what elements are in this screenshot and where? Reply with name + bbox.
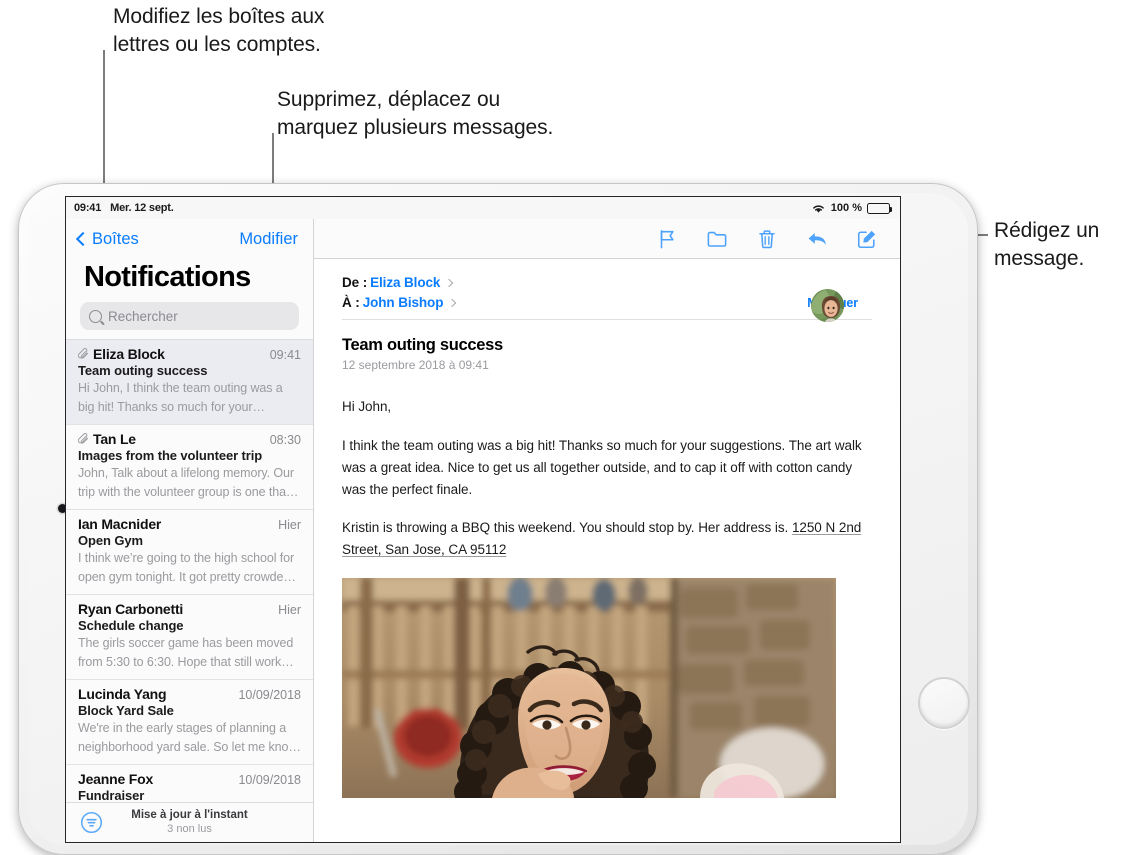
message-subject-preview: Schedule change: [78, 618, 184, 633]
message-body-preview: John, Talk about a lifelong memory. Our …: [78, 466, 299, 499]
message-body: Hi John, I think the team outing was a b…: [342, 372, 872, 799]
detail-scroll-area[interactable]: De : Eliza Block À : John Bishop Masquer: [314, 259, 900, 842]
message-date: 09:41: [269, 348, 301, 362]
battery-full-icon: [867, 202, 892, 214]
battery-percentage: 100 %: [830, 202, 862, 214]
message-detail-pane: De : Eliza Block À : John Bishop Masquer: [314, 219, 900, 842]
compose-icon[interactable]: [856, 228, 878, 250]
message-subject-preview: Team outing success: [78, 363, 208, 378]
chevron-left-icon: [75, 231, 91, 247]
message-date: 10/09/2018: [238, 773, 301, 787]
search-icon: [89, 309, 102, 323]
message-subject-preview: Block Yard Sale: [78, 703, 174, 718]
search-input[interactable]: Rechercher: [80, 302, 299, 330]
message-item-header: Eliza Block 09:41: [78, 346, 301, 362]
message-item-header: Jeanne Fox 10/09/2018: [78, 771, 301, 787]
status-bar-right-group: 100 %: [811, 202, 892, 214]
trash-icon[interactable]: [756, 228, 778, 250]
message-item-header: Ian Macnider Hier: [78, 516, 301, 532]
to-recipient-name[interactable]: John Bishop: [363, 295, 444, 310]
from-sender-name[interactable]: Eliza Block: [370, 275, 440, 290]
message-sender: Lucinda Yang: [78, 686, 167, 702]
message-date: 08:30: [269, 433, 301, 447]
message-date: 10/09/2018: [238, 688, 301, 702]
message-body-preview: The girls soccer game has been moved fro…: [78, 636, 294, 669]
chevron-right-icon: [445, 278, 454, 287]
body-paragraph: Hi John,: [342, 399, 392, 414]
message-subject-preview: Fundraiser: [78, 788, 145, 802]
chevron-right-icon: [448, 298, 457, 307]
ipad-device-frame: 09:41 Mer. 12 sept. 100 % Boîtes Modifie…: [18, 183, 978, 855]
message-list-item[interactable]: Tan Le 08:30 Images from the volunteer tri…: [66, 425, 313, 510]
message-body-preview: I think we’re going to the high school f…: [78, 551, 296, 584]
message-sender: Eliza Block: [93, 346, 165, 362]
message-item-header: Tan Le 08:30: [78, 431, 301, 447]
home-button[interactable]: [918, 677, 970, 729]
message-body-preview: We're in the early stages of planning a …: [78, 721, 301, 754]
sync-status: Mise à jour à l'instant 3 non lus: [66, 808, 313, 836]
ipad-screen: 09:41 Mer. 12 sept. 100 % Boîtes Modifie…: [65, 196, 901, 843]
message-date: Hier: [278, 603, 301, 617]
message-list-item[interactable]: Ian Macnider Hier Open Gym I think we’re go…: [66, 510, 313, 595]
body-address-lead: Kristin is throwing a BBQ this weekend. …: [342, 520, 792, 536]
search-container: Rechercher: [66, 302, 313, 339]
callout-compose-message: Rédigez un message.: [994, 219, 1100, 270]
message-list-item[interactable]: Jeanne Fox10/09/2018FundraiserSoliciting…: [66, 765, 313, 802]
message-sender: Tan Le: [93, 431, 136, 447]
message-header: De : Eliza Block À : John Bishop Masquer: [342, 259, 872, 322]
attachment-icon: [78, 348, 88, 359]
message-list[interactable]: Eliza Block 09:41 Team outing success Hi Jo…: [66, 339, 313, 802]
callout-multiple-messages: Supprimez, déplacez ou marquez plusieurs…: [277, 88, 554, 139]
message-subject-preview: Open Gym: [78, 533, 143, 548]
message-list-item[interactable]: Eliza Block 09:41 Team outing success Hi Jo…: [66, 340, 313, 425]
search-placeholder: Rechercher: [108, 308, 178, 324]
message-subject-preview: Images from the volunteer trip: [78, 448, 263, 463]
folder-icon[interactable]: [706, 228, 728, 250]
avatar[interactable]: [811, 289, 844, 322]
subject-block: Team outing success 12 septembre 2018 à …: [342, 320, 872, 372]
status-bar-date: Mer. 12 sept.: [110, 202, 174, 214]
flag-icon[interactable]: [656, 228, 678, 250]
detail-toolbar: [314, 219, 900, 259]
to-label: À :: [342, 295, 360, 310]
back-to-mailboxes-button[interactable]: Boîtes: [75, 229, 139, 249]
edit-button[interactable]: Modifier: [239, 230, 298, 249]
message-body-preview: Hi John, I think the team outing was a b…: [78, 381, 283, 414]
from-label: De :: [342, 275, 368, 290]
sidebar-footer: Mise à jour à l'instant 3 non lus: [66, 802, 313, 842]
sync-status-text: Mise à jour à l'instant: [131, 809, 248, 822]
from-line: De : Eliza Block: [342, 275, 872, 290]
wifi-icon: [812, 204, 824, 213]
to-line: À : John Bishop Masquer: [342, 295, 872, 310]
message-sender: Ian Macnider: [78, 516, 162, 532]
message-sender: Jeanne Fox: [78, 771, 154, 787]
back-button-label: Boîtes: [92, 229, 139, 248]
status-bar-time: 09:41: [74, 202, 102, 214]
reply-icon[interactable]: [806, 228, 828, 250]
sidebar-navigation-bar: Boîtes Modifier: [66, 219, 313, 259]
status-bar: 09:41 Mer. 12 sept. 100 %: [66, 197, 900, 219]
body-paragraph-address: Kristin is throwing a BBQ this weekend. …: [342, 517, 872, 561]
message-list-item[interactable]: Ryan Carbonetti Hier Schedule change The gi…: [66, 595, 313, 680]
attachment-icon: [78, 433, 88, 444]
message-sender: Ryan Carbonetti: [78, 601, 184, 617]
message-item-header: Ryan Carbonetti Hier: [78, 601, 301, 617]
callout-edit-mailboxes: Modifiez les boîtes aux lettres ou les c…: [113, 5, 325, 56]
filter-icon[interactable]: [80, 811, 103, 834]
message-timestamp: 12 septembre 2018 à 09:41: [342, 358, 489, 372]
message-list-item[interactable]: Lucinda Yang 10/09/2018 Block Yard Sale We'…: [66, 680, 313, 765]
message-inline-photo[interactable]: [342, 578, 836, 799]
mail-app-body: Boîtes Modifier Notifications Rechercher…: [66, 219, 900, 842]
unread-count: 3 non lus: [167, 822, 212, 835]
message-date: Hier: [278, 518, 301, 532]
body-paragraph: I think the team outing was a big hit! T…: [342, 437, 862, 497]
page-title: Notifications: [84, 261, 251, 293]
sidebar: Boîtes Modifier Notifications Rechercher…: [66, 219, 314, 842]
message-item-header: Lucinda Yang 10/09/2018: [78, 686, 301, 702]
message-subject: Team outing success: [342, 336, 503, 354]
